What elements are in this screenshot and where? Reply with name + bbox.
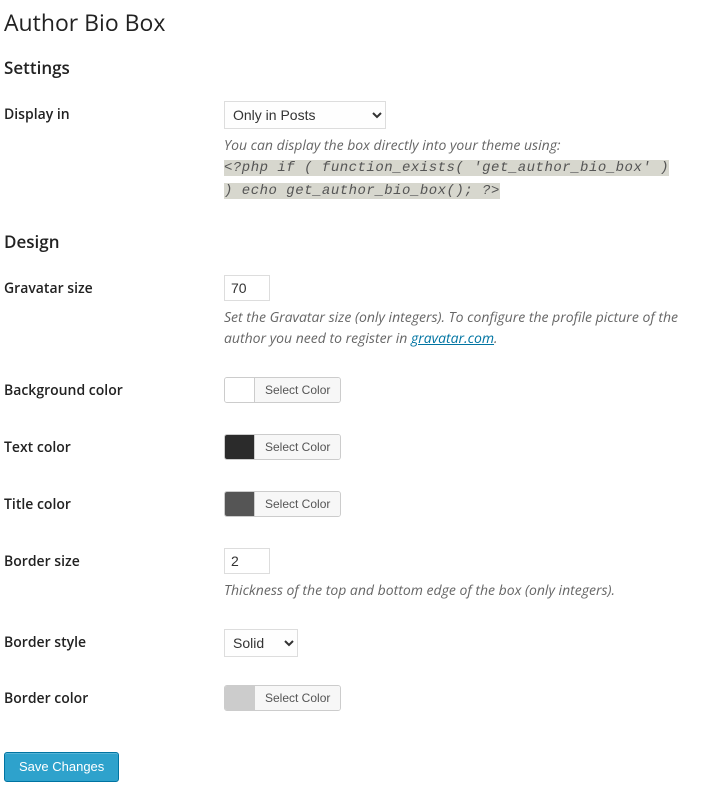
text-color-picker[interactable]: Select Color <box>224 434 341 460</box>
text-color-button[interactable]: Select Color <box>255 435 340 459</box>
background-color-picker[interactable]: Select Color <box>224 377 341 403</box>
border-style-select[interactable]: Solid <box>224 629 298 657</box>
php-code-snippet: <?php if ( function_exists( 'get_author_… <box>224 160 669 199</box>
design-table: Gravatar size Set the Gravatar size (onl… <box>4 261 693 728</box>
save-changes-button[interactable]: Save Changes <box>4 752 119 782</box>
border-color-label: Border color <box>4 671 224 728</box>
border-size-label: Border size <box>4 534 224 615</box>
text-color-swatch <box>225 435 255 459</box>
title-color-button[interactable]: Select Color <box>255 492 340 516</box>
background-color-label: Background color <box>4 363 224 420</box>
gravatar-link[interactable]: gravatar.com <box>411 329 494 348</box>
border-style-label: Border style <box>4 615 224 671</box>
border-color-swatch <box>225 686 255 710</box>
display-in-select[interactable]: Only in Posts <box>224 101 386 129</box>
gravatar-size-description: Set the Gravatar size (only integers). T… <box>224 307 683 349</box>
border-color-picker[interactable]: Select Color <box>224 685 341 711</box>
border-color-button[interactable]: Select Color <box>255 686 340 710</box>
section-heading-design: Design <box>4 230 693 253</box>
title-color-label: Title color <box>4 477 224 534</box>
background-color-button[interactable]: Select Color <box>255 378 340 402</box>
section-heading-settings: Settings <box>4 56 693 79</box>
display-in-label: Display in <box>4 87 224 216</box>
border-size-input[interactable] <box>224 548 270 574</box>
title-color-swatch <box>225 492 255 516</box>
settings-table: Display in Only in Posts You can display… <box>4 87 693 216</box>
gravatar-size-input[interactable] <box>224 275 270 301</box>
title-color-picker[interactable]: Select Color <box>224 491 341 517</box>
page-title: Author Bio Box <box>4 6 693 38</box>
gravatar-size-label: Gravatar size <box>4 261 224 363</box>
display-in-description: You can display the box directly into yo… <box>224 135 683 202</box>
border-size-description: Thickness of the top and bottom edge of … <box>224 580 683 601</box>
background-color-swatch <box>225 378 255 402</box>
text-color-label: Text color <box>4 420 224 477</box>
